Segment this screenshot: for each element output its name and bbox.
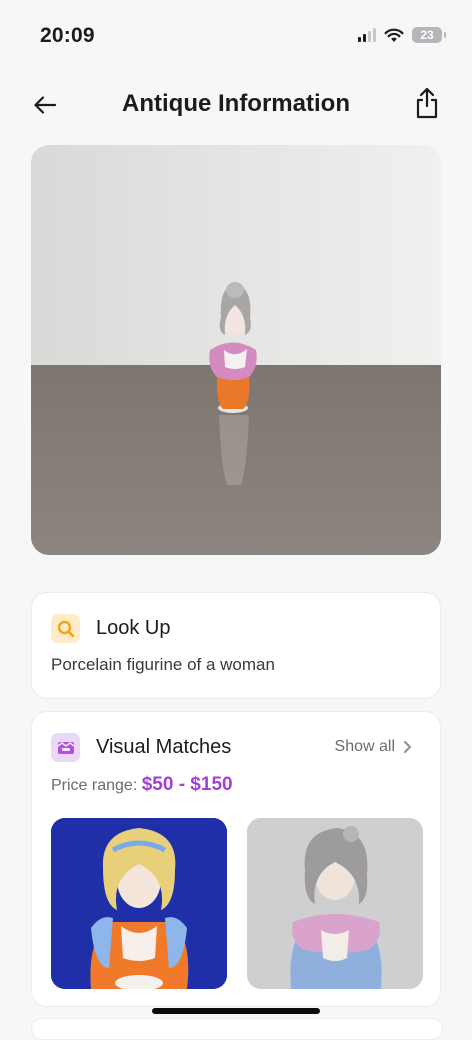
chevron-right-icon xyxy=(404,741,411,753)
price-range-value: $50 - $150 xyxy=(141,774,233,795)
visual-matches-card: Visual Matches Show all Price range: $50… xyxy=(31,711,441,1007)
home-indicator xyxy=(152,1008,320,1014)
visual-matches-title: Visual Matches xyxy=(96,736,232,758)
price-range-label: Price range: xyxy=(51,777,138,794)
nav-bar: Antique Information xyxy=(0,78,472,130)
lookup-card[interactable]: Look Up Porcelain figurine of a woman xyxy=(31,592,441,699)
wifi-icon xyxy=(384,28,404,42)
status-icons: 23 xyxy=(358,27,446,43)
battery-icon: 23 xyxy=(412,27,446,43)
price-range: Price range: $50 - $150 xyxy=(51,774,233,796)
share-icon[interactable] xyxy=(412,86,442,120)
search-icon xyxy=(51,614,80,643)
show-all-button[interactable]: Show all xyxy=(335,738,412,756)
match-image-1[interactable] xyxy=(51,818,227,989)
status-time: 20:09 xyxy=(40,24,95,47)
status-bar: 20:09 23 xyxy=(0,0,472,72)
page-title: Antique Information xyxy=(122,90,350,117)
match-image-2[interactable] xyxy=(247,818,423,989)
cellular-signal-icon xyxy=(358,28,376,42)
image-match-icon xyxy=(51,733,80,762)
lookup-description: Porcelain figurine of a woman xyxy=(51,655,275,674)
antique-photo xyxy=(31,145,441,555)
next-card xyxy=(31,1018,443,1040)
lookup-title: Look Up xyxy=(96,617,171,639)
show-all-label: Show all xyxy=(334,738,395,755)
